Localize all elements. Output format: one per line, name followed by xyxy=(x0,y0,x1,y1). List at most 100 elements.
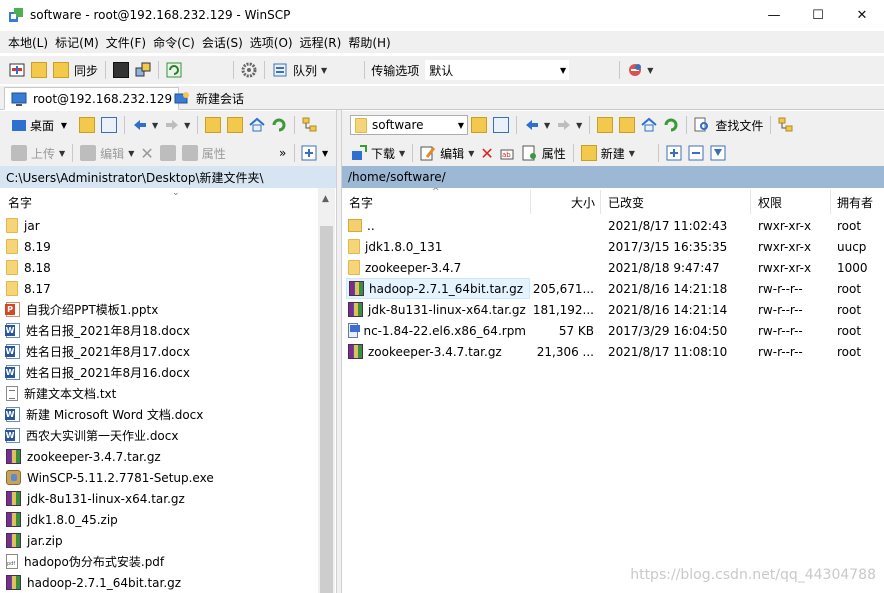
left-location-select[interactable]: 桌面 ▼ xyxy=(8,115,70,135)
right-rename-button[interactable]: ab xyxy=(497,142,519,164)
toolbar-overflow-icon[interactable]: » xyxy=(279,146,286,160)
select-files-button[interactable] xyxy=(663,142,685,164)
right-properties-button[interactable]: 属性 xyxy=(519,142,569,164)
file-name-cell[interactable]: zookeeper-3.4.7 xyxy=(346,257,526,278)
file-row[interactable]: zookeeper-3.4.7 2021/8/18 9:47:47 rwxr-xr-… xyxy=(342,257,884,278)
file-row[interactable]: jdk1.8.0_131 2017/3/15 16:35:35 rwxr-xr-x u… xyxy=(342,236,884,257)
close-button[interactable]: ✕ xyxy=(840,0,884,30)
file-name-cell[interactable]: jdk1.8.0_131 xyxy=(346,236,526,257)
left-root-dir-button[interactable] xyxy=(224,114,246,136)
file-row[interactable]: hadopo伪分布式安装.pdf xyxy=(6,551,164,572)
right-column-name-header[interactable]: 名字 xyxy=(349,190,373,214)
new-button[interactable]: 新建 ▼ xyxy=(578,142,638,164)
left-path-bar[interactable]: C:\Users\Administrator\Desktop\新建文件夹\ xyxy=(0,166,336,188)
file-row[interactable]: jdk-8u131-linux-x64.tar.gz xyxy=(6,488,185,509)
column-separator[interactable] xyxy=(530,190,531,214)
file-name-cell[interactable]: zookeeper-3.4.7.tar.gz xyxy=(346,341,526,362)
file-row[interactable]: zookeeper-3.4.7.tar.gz 21,306 ... 2021/8/1… xyxy=(342,341,884,362)
left-home-button[interactable] xyxy=(246,114,268,136)
right-edit-button[interactable]: 编辑 ▼ xyxy=(417,142,477,164)
right-column-rights-header[interactable]: 权限 xyxy=(758,190,782,214)
column-separator[interactable] xyxy=(600,190,601,214)
right-back-button[interactable]: ▼ xyxy=(521,114,553,136)
download-button[interactable]: 下载 ▼ xyxy=(348,142,408,164)
left-forward-button[interactable]: ▼ xyxy=(161,114,193,136)
menu-mark[interactable]: 标记(M) xyxy=(55,34,99,51)
chevron-down-icon[interactable]: ▼ xyxy=(322,149,328,158)
file-name-cell[interactable]: hadoop-2.7.1_64bit.tar.gz xyxy=(346,278,530,299)
right-root-dir-button[interactable] xyxy=(616,114,638,136)
right-parent-dir-button[interactable] xyxy=(594,114,616,136)
left-delete-button[interactable]: ✕ xyxy=(137,142,156,164)
menu-file[interactable]: 文件(F) xyxy=(106,34,146,51)
preferences-button[interactable] xyxy=(238,59,260,81)
menu-help[interactable]: 帮助(H) xyxy=(348,34,390,51)
transfer-settings-button[interactable]: ▼ xyxy=(624,59,656,81)
right-home-button[interactable] xyxy=(638,114,660,136)
filter-files-button[interactable] xyxy=(707,142,729,164)
left-column-name-header[interactable]: 名字 xyxy=(8,190,32,214)
file-row[interactable]: 8.18 xyxy=(6,257,51,278)
local-scrollbar[interactable]: ▲ xyxy=(318,188,335,593)
left-back-button[interactable]: ▼ xyxy=(129,114,161,136)
right-path-bar[interactable]: /home/software/ xyxy=(342,166,884,188)
left-select-all-button[interactable] xyxy=(298,142,320,164)
right-refresh-button[interactable] xyxy=(660,114,682,136)
synchronize-browsing-button[interactable] xyxy=(28,59,50,81)
file-name-cell[interactable]: nc-1.84-22.el6.x86_64.rpm xyxy=(346,320,526,341)
compare-directories-button[interactable] xyxy=(6,59,28,81)
file-row[interactable]: 西农大实训第一天作业.docx xyxy=(5,425,178,446)
find-files-button[interactable]: 查找文件 xyxy=(691,114,766,136)
menu-options[interactable]: 选项(O) xyxy=(250,34,293,51)
right-filter-button[interactable] xyxy=(490,114,512,136)
maximize-button[interactable]: ☐ xyxy=(796,0,840,30)
session-tab-active[interactable]: root@192.168.232.129 xyxy=(4,87,180,110)
file-row[interactable]: .. 2021/8/17 11:02:43 rwxr-xr-x root xyxy=(342,215,884,236)
left-refresh-button[interactable] xyxy=(268,114,290,136)
queue-button[interactable]: 队列 ▼ xyxy=(269,59,330,81)
file-name-cell[interactable]: jdk-8u131-linux-x64.tar.gz xyxy=(346,299,526,320)
transfer-preset-select[interactable]: 默认 ▼ xyxy=(425,60,570,80)
file-row[interactable]: 8.17 xyxy=(6,278,51,299)
file-row[interactable]: WinSCP-5.11.2.7781-Setup.exe xyxy=(6,467,214,488)
right-column-modified-header[interactable]: 已改变 xyxy=(608,190,644,214)
file-row[interactable]: 新建文本文档.txt xyxy=(6,383,116,404)
file-row[interactable]: hadoop-2.7.1_64bit.tar.gz xyxy=(6,572,181,593)
menu-remote[interactable]: 远程(R) xyxy=(300,34,342,51)
file-row[interactable]: 8.19 xyxy=(6,236,51,257)
file-row[interactable]: 新建 Microsoft Word 文档.docx xyxy=(5,404,203,425)
menu-local[interactable]: 本地(L) xyxy=(8,34,48,51)
right-column-size-header[interactable]: 大小 xyxy=(571,190,595,214)
left-tree-toggle-button[interactable] xyxy=(299,114,321,136)
file-row[interactable]: jdk-8u131-linux-x64.tar.gz 181,192... 2021… xyxy=(342,299,884,320)
left-properties-button[interactable]: 属性 xyxy=(179,142,229,164)
right-open-directory-button[interactable] xyxy=(468,114,490,136)
file-name-cell[interactable]: .. xyxy=(346,215,526,236)
file-row[interactable]: jdk1.8.0_45.zip xyxy=(6,509,118,530)
menu-session[interactable]: 会话(S) xyxy=(202,34,243,51)
menu-commands[interactable]: 命令(C) xyxy=(153,34,195,51)
left-open-directory-button[interactable] xyxy=(76,114,98,136)
refresh-session-button[interactable] xyxy=(163,59,185,81)
synchronize-button[interactable]: 同步 xyxy=(50,59,101,81)
file-row[interactable]: jar.zip xyxy=(6,530,63,551)
file-row[interactable]: hadoop-2.7.1_64bit.tar.gz 205,671... 2021/… xyxy=(342,278,884,299)
unselect-files-button[interactable] xyxy=(685,142,707,164)
right-location-select[interactable]: software ▼ xyxy=(350,115,468,135)
left-filter-button[interactable] xyxy=(98,114,120,136)
console-button[interactable] xyxy=(110,59,132,81)
upload-button[interactable]: 上传 ▼ xyxy=(8,142,68,164)
putty-button[interactable] xyxy=(132,59,154,81)
left-edit-button[interactable]: 编辑 ▼ xyxy=(77,142,137,164)
file-row[interactable]: nc-1.84-22.el6.x86_64.rpm 57 KB 2017/3/29 … xyxy=(342,320,884,341)
scroll-up-icon[interactable]: ▲ xyxy=(322,194,329,204)
column-separator[interactable] xyxy=(830,190,831,214)
right-tree-toggle-button[interactable] xyxy=(775,114,797,136)
right-delete-button[interactable]: ✕ xyxy=(477,142,496,164)
right-column-owner-header[interactable]: 拥有者 xyxy=(837,190,873,214)
file-row[interactable]: jar xyxy=(6,215,40,236)
left-rename-button[interactable] xyxy=(157,142,179,164)
local-scrollbar-thumb[interactable] xyxy=(320,226,333,593)
right-forward-button[interactable]: ▼ xyxy=(553,114,585,136)
file-row[interactable]: zookeeper-3.4.7.tar.gz xyxy=(6,446,161,467)
